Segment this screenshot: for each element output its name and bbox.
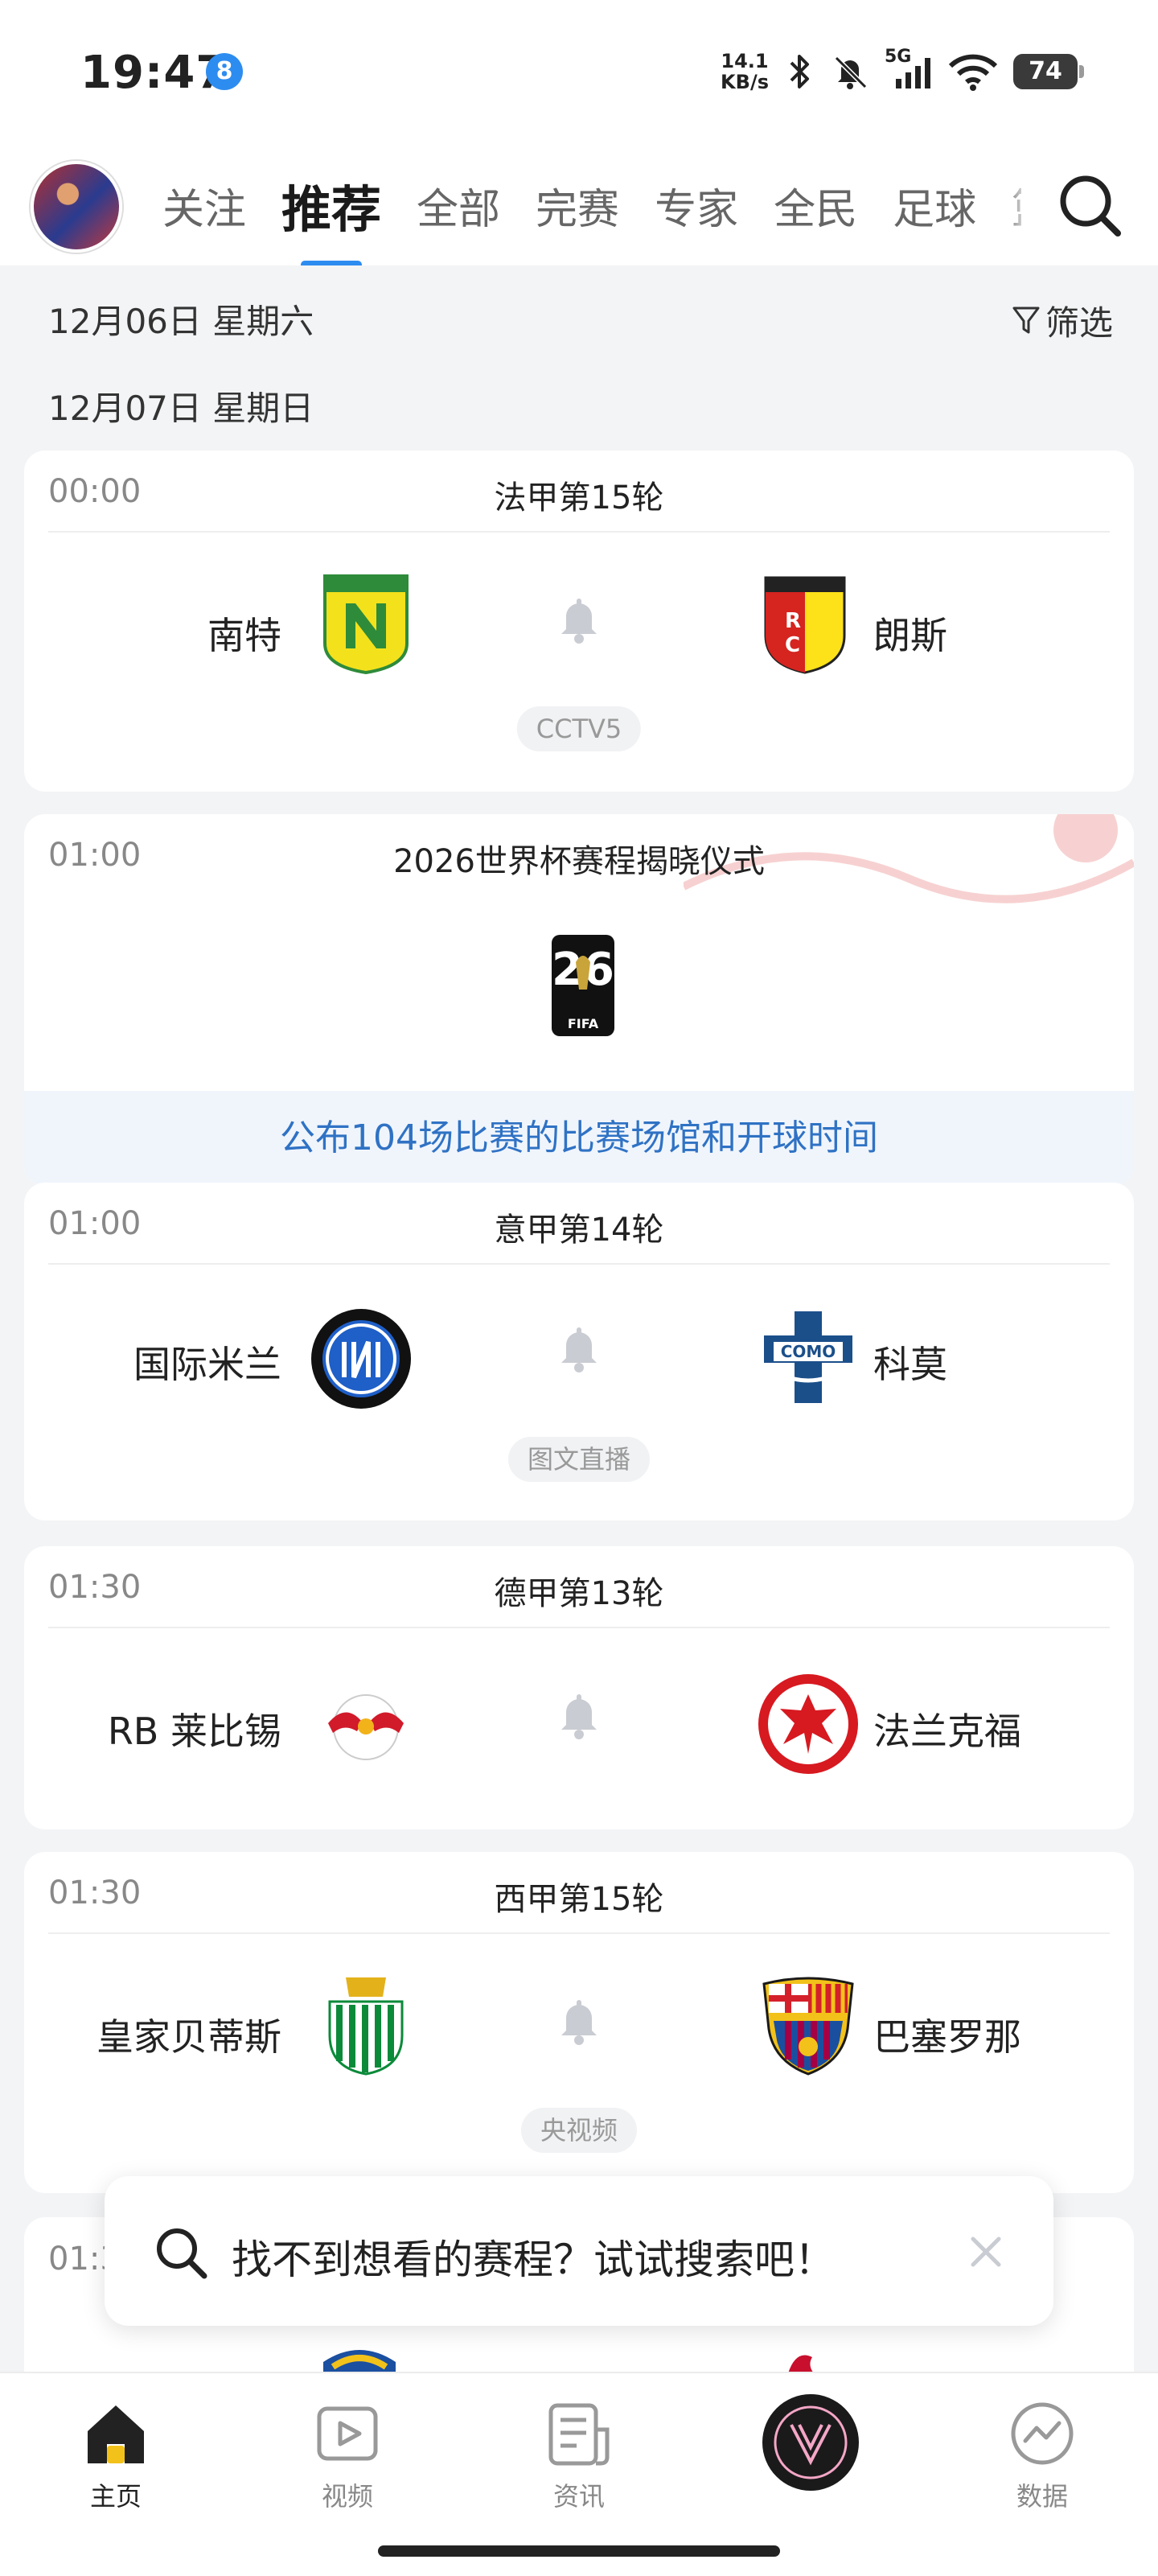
tab-community[interactable]: 全民 — [756, 175, 875, 236]
bell-icon[interactable] — [553, 1689, 605, 1741]
broadcast-tag: CCTV5 — [516, 706, 642, 751]
notification-badge: 8 — [206, 53, 243, 90]
network-speed: 14.1 KB/s — [721, 51, 769, 93]
como-logo: COMO — [764, 1311, 852, 1403]
nav-news-label: 资讯 — [552, 2481, 605, 2512]
home-icon — [88, 2405, 144, 2463]
event-banner[interactable]: 公布104场比赛的比赛场馆和开球时间 — [24, 1091, 1134, 1186]
tab-all[interactable]: 全部 — [399, 175, 518, 236]
search-prompt-text: 找不到想看的赛程？试试搜索吧！ — [232, 2237, 835, 2283]
rb-leipzig-logo — [328, 1694, 404, 1760]
news-icon — [548, 2403, 610, 2466]
barcelona-logo — [762, 1977, 854, 2076]
match-league: 西甲第15轮 — [494, 1881, 664, 1918]
video-icon — [317, 2406, 378, 2461]
home-indicator[interactable] — [378, 2545, 780, 2557]
match-header: 01:30 西甲第15轮 — [48, 1852, 1110, 1934]
tab-recommend[interactable]: 推荐 — [264, 169, 399, 265]
bell-icon[interactable] — [553, 594, 605, 645]
nav-data[interactable]: 数据 — [978, 2397, 1107, 2513]
filter-button[interactable]: 筛选 — [1012, 296, 1113, 345]
match-card[interactable]: 01:30 德甲第13轮 RB 莱比锡 法兰克福 — [24, 1546, 1134, 1829]
nav-home[interactable]: 主页 — [51, 2397, 180, 2513]
home-team-name: RB 莱比锡 — [107, 1710, 281, 1753]
svg-text:FIFA: FIFA — [568, 1016, 599, 1031]
home-team-name: 国际米兰 — [133, 1343, 281, 1386]
real-betis-logo — [328, 1977, 404, 2076]
date-header: 12月07日 星期日 — [48, 389, 314, 428]
frankfurt-logo — [758, 1674, 858, 1774]
tabs-fade — [1005, 145, 1029, 265]
svg-text:R: R — [785, 609, 801, 633]
home-team-name: 皇家贝蒂斯 — [96, 2015, 281, 2059]
inter-logo — [311, 1309, 411, 1409]
world-cup-2026-logo: 26 FIFA — [552, 935, 614, 1036]
wifi-icon — [948, 54, 998, 91]
inter-miami-logo — [762, 2394, 859, 2491]
bell-icon[interactable] — [553, 1323, 605, 1374]
nav-video[interactable]: 视频 — [283, 2397, 412, 2513]
tab-follow[interactable]: 关注 — [145, 175, 264, 236]
away-team-name: 巴塞罗那 — [873, 2015, 1021, 2059]
tab-finished[interactable]: 完赛 — [518, 175, 637, 236]
nav-video-label: 视频 — [321, 2481, 373, 2512]
bell-icon[interactable] — [553, 1995, 605, 2047]
net-speed-unit: KB/s — [721, 71, 769, 93]
match-league: 德甲第13轮 — [494, 1575, 664, 1612]
status-icons: 14.1 KB/s 5G 74 — [721, 43, 1084, 100]
nav-data-label: 数据 — [1016, 2481, 1068, 2512]
match-league: 意甲第14轮 — [494, 1212, 664, 1249]
match-header: 01:00 意甲第14轮 — [48, 1183, 1110, 1265]
filter-label: 筛选 — [1045, 303, 1113, 343]
net-speed-value: 14.1 — [721, 50, 769, 72]
match-league: 法甲第15轮 — [494, 479, 664, 516]
tab-expert[interactable]: 专家 — [637, 175, 756, 236]
category-tabs: 关注 推荐 全部 完赛 专家 全民 足球 篮 — [145, 145, 1021, 265]
nav-team[interactable] — [746, 2393, 875, 2499]
filter-icon — [1012, 307, 1040, 333]
away-team-name: 朗斯 — [873, 614, 947, 657]
battery-indicator: 74 — [1013, 54, 1084, 89]
match-header: 01:30 德甲第13轮 — [48, 1546, 1110, 1628]
nantes-logo — [323, 574, 409, 675]
tab-football[interactable]: 足球 — [875, 175, 994, 236]
event-card[interactable]: 01:00 2026世界杯赛程揭晓仪式 26 FIFA 公布104场比赛的比赛场… — [24, 814, 1134, 1186]
broadcast-tag: 央视频 — [520, 2108, 638, 2153]
svg-text:COMO: COMO — [781, 1342, 836, 1361]
svg-text:C: C — [785, 633, 800, 657]
search-icon — [157, 2228, 207, 2279]
close-icon[interactable] — [963, 2229, 1008, 2274]
away-team-name: 科莫 — [873, 1343, 947, 1386]
match-card[interactable]: 01:30 西甲第15轮 皇家贝蒂斯 巴塞罗那 央视频 — [24, 1852, 1134, 2193]
top-nav: 关注 推荐 全部 完赛 专家 全民 足球 篮 — [0, 145, 1158, 265]
nav-home-label: 主页 — [89, 2481, 142, 2512]
mute-bell-icon — [834, 56, 868, 89]
signal-icon: 5G — [885, 47, 933, 92]
lens-logo: R C — [764, 576, 846, 674]
match-card[interactable]: 00:00 法甲第15轮 南特 R C 朗斯 CCTV5 — [24, 451, 1134, 792]
search-prompt[interactable]: 找不到想看的赛程？试试搜索吧！ — [105, 2176, 1053, 2326]
nav-news[interactable]: 资讯 — [515, 2397, 643, 2513]
event-header: 01:00 2026世界杯赛程揭晓仪式 — [48, 814, 1110, 895]
broadcast-tag: 图文直播 — [507, 1437, 651, 1482]
home-team-name: 南特 — [207, 614, 281, 657]
search-icon[interactable] — [1053, 169, 1126, 241]
bluetooth-icon — [790, 55, 809, 88]
date-header: 12月06日 星期六 — [48, 302, 314, 341]
match-header: 00:00 法甲第15轮 — [48, 451, 1110, 533]
data-icon — [1011, 2402, 1074, 2465]
avatar[interactable] — [31, 161, 122, 253]
event-title: 2026世界杯赛程揭晓仪式 — [393, 843, 765, 880]
away-team-name: 法兰克福 — [873, 1710, 1021, 1753]
match-card[interactable]: 01:00 意甲第14轮 国际米兰 COMO 科莫 图文直播 — [24, 1183, 1134, 1520]
status-bar: 19:47 8 14.1 KB/s 5G 74 — [0, 0, 1158, 145]
